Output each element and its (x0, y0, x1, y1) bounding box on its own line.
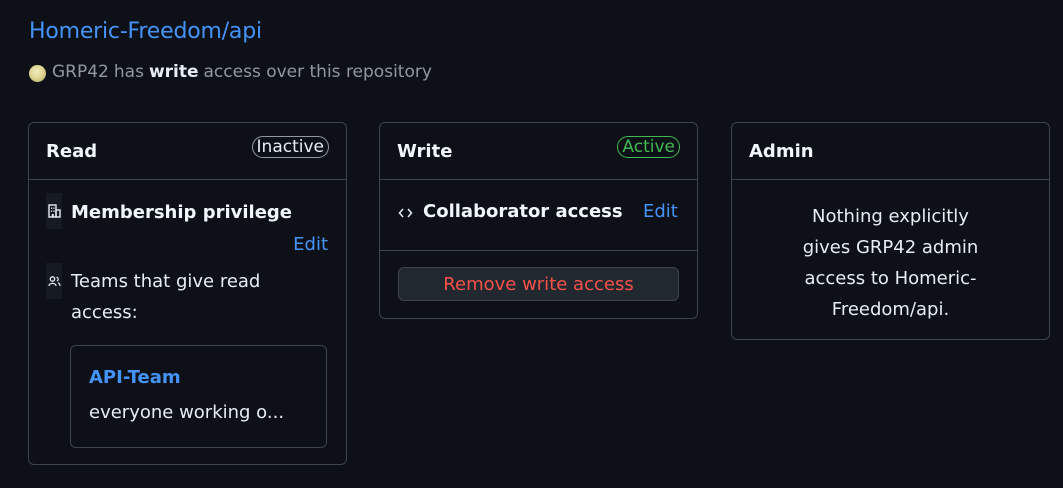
people-icon (46, 263, 62, 299)
team-description: everyone working o... (89, 402, 285, 423)
membership-privilege-label: Membership privilege (71, 202, 293, 223)
team-name-link[interactable]: API-Team (89, 367, 181, 388)
team-card[interactable]: API-Team everyone working o... (70, 345, 327, 448)
membership-privilege-row: Membership privilege (46, 193, 329, 229)
edit-membership-link[interactable]: Edit (293, 234, 328, 255)
teams-label-line1: Teams that give read (71, 271, 261, 292)
admin-message-line: gives GRP42 admin (802, 237, 979, 258)
admin-message: Nothing explicitly gives GRP42 admin acc… (762, 201, 1019, 325)
teams-row: Teams that give read access: (46, 263, 329, 323)
admin-card-title: Admin (749, 141, 814, 162)
read-card: Read Inactive Membership privilege Edit (28, 122, 347, 465)
remove-write-access-button[interactable]: Remove write access (398, 267, 679, 301)
admin-message-line: Nothing explicitly (812, 206, 969, 227)
write-card: Write Active Collaborator access Edit Re… (379, 122, 698, 319)
write-card-header: Write Active (380, 123, 697, 180)
admin-message-line: Freedom/api. (831, 299, 950, 320)
edit-collaborator-link[interactable]: Edit (643, 201, 678, 222)
write-card-title: Write (397, 141, 453, 162)
status-badge-inactive: Inactive (251, 136, 329, 158)
admin-card-header: Admin (732, 123, 1049, 180)
username: GRP42 (52, 62, 109, 82)
organization-icon (46, 193, 62, 229)
admin-card: Admin Nothing explicitly gives GRP42 adm… (731, 122, 1050, 340)
repo-link[interactable]: Homeric-Freedom/api (29, 19, 262, 44)
collaborator-access-label: Collaborator access (423, 201, 623, 222)
permission-level: write (148, 62, 199, 82)
status-badge-active: Active (617, 136, 680, 158)
read-card-title: Read (46, 141, 98, 162)
access-text: access over this repository (203, 62, 432, 82)
read-card-header: Read Inactive (29, 123, 346, 180)
user-avatar (29, 64, 46, 82)
has-text: has (113, 62, 144, 82)
admin-message-line: access to Homeric- (804, 268, 977, 289)
teams-label-line2: access: (71, 302, 138, 323)
access-summary: GRP42 has write access over this reposit… (29, 62, 432, 82)
code-icon (398, 204, 413, 223)
collaborator-row: Collaborator access Edit (380, 180, 697, 251)
